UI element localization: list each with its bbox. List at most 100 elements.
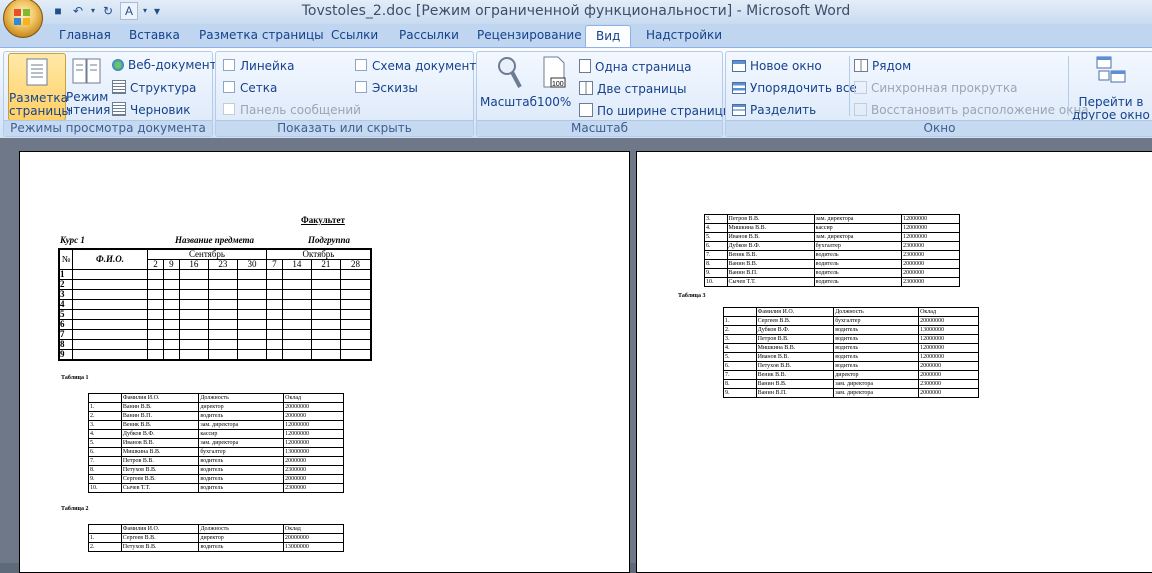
save-icon[interactable]: ■ [50,3,66,19]
page-1[interactable]: Факультет Курс 1 Название предмета Подгр… [19,151,630,573]
num-header: № [58,248,73,270]
outline-button[interactable]: Структура [112,80,196,95]
ruler-checkbox[interactable]: Линейка [223,59,294,73]
one-page-icon [579,59,591,73]
tab-home[interactable]: Главная [59,28,111,42]
table-cell: Петухов В.В. [120,542,200,552]
subgroup-label: Подгруппа [308,235,351,245]
grade-cell [339,299,372,310]
attendance-table: № Ф.И.О. Сентябрь Октябрь 2 9 16 23 30 7 14 21 28 1 2 3… [58,248,372,361]
table-cell: 13000000 [283,447,344,457]
web-layout-button[interactable]: Веб-документ [112,58,217,72]
name-cell [72,349,148,361]
table3-caption: Таблица 3 [678,293,706,299]
two-pages-icon [579,81,593,95]
grade-cell [236,329,267,340]
grade-cell [147,279,164,290]
one-page-button[interactable]: Одна страница [579,59,691,74]
grade-cell [281,309,312,320]
tab-mailings[interactable]: Рассылки [399,28,459,42]
subject-label: Название предмета [175,235,255,245]
grade-cell [178,279,209,290]
table-row: 1. Ванин В.В. директор 20000000 [88,402,344,412]
zoom-100-button[interactable]: 100 100% [537,53,571,119]
table-cell: водитель [833,352,920,362]
table-cell: водитель [813,268,903,278]
message-bar-checkbox[interactable]: Панель сообщений [223,103,361,117]
grade-cell [178,299,209,310]
grade-cell [339,269,372,280]
draft-button[interactable]: Черновик [112,102,191,117]
arrange-all-button[interactable]: Упорядочить все [732,81,857,95]
table-cell: 7. [723,370,757,380]
table-row: 9. Ванин В.П. водитель 2000000 [704,268,960,278]
table-row: 2. Ванин В.П. водитель 2000000 [88,411,344,421]
table-cell: бухгалтер [813,241,903,251]
name-cell [72,329,148,340]
table-row: 5. Иванов В.В. зам. директора 12000000 [704,232,960,242]
grade-cell [339,289,372,300]
format-icon[interactable]: A [120,2,138,20]
page-width-button[interactable]: По ширине страницы [579,103,732,118]
print-layout-button[interactable]: Разметка страницы [8,53,71,121]
table-row: 5. Иванов В.В. водитель 12000000 [723,352,979,362]
tab-insert[interactable]: Вставка [129,28,180,42]
grid-checkbox[interactable]: Сетка [223,81,277,95]
tab-view[interactable]: Вид [585,25,632,47]
grade-cell [162,289,180,300]
name-cell [72,339,148,350]
customize-toolbar-icon[interactable]: ▾ [152,3,162,19]
dropdown-arrow-icon[interactable]: ▾ [90,3,96,19]
document-area: Факультет Курс 1 Название предмета Подгр… [0,138,1152,573]
grade-cell [310,299,341,310]
grade-cell [310,289,341,300]
redo-icon[interactable]: ↻ [100,3,116,19]
table-cell: 10. [704,277,728,287]
tab-review[interactable]: Рецензирование [477,28,582,42]
thumbnails-checkbox[interactable]: Эскизы [355,81,418,95]
reset-position-label: Восстановить расположение окна [871,103,1089,117]
synchronous-scrolling-button[interactable]: Синхронная прокрутка [854,81,1018,95]
new-window-button[interactable]: Новое окно [732,59,822,73]
two-pages-button[interactable]: Две страницы [579,81,687,96]
table-row: 6 [58,319,372,330]
grade-cell [339,349,372,361]
table-cell: Дубков В.Ф. [120,429,200,439]
grade-cell [310,319,341,330]
switch-windows-button[interactable]: Перейти в другое окно [1072,53,1150,122]
tab-page-layout[interactable]: Разметка страницы [199,28,324,42]
table-cell: 20000000 [283,402,344,412]
page-2[interactable]: 3. Петров В.В. зам. директора 12000000 4. Миш… [636,151,1152,573]
dropdown-arrow-icon[interactable]: ▾ [142,3,148,19]
grade-cell [310,269,341,280]
tab-addins[interactable]: Надстройки [646,28,722,42]
table-cell: 9. [723,388,757,398]
zoom-button[interactable]: Масштаб [480,53,537,119]
grade-cell [265,329,283,340]
header-cell: Должность [833,307,920,317]
grade-cell [310,329,341,340]
grade-cell [162,319,180,330]
grade-cell [265,279,283,290]
side-by-side-button[interactable]: Рядом [854,59,911,73]
reading-mode-button[interactable]: Режим чтения [66,53,111,119]
header-cell: Фамилия И.О. [755,307,835,317]
document-map-checkbox[interactable]: Схема документа [355,59,484,73]
undo-icon[interactable]: ↶ [70,3,86,19]
header-cell [88,393,122,403]
split-button[interactable]: Разделить [732,103,816,117]
table-cell: 20000000 [282,533,345,543]
row-number: 9 [58,349,73,361]
grade-cell [207,319,238,330]
office-logo-icon [14,9,30,25]
tab-references[interactable]: Ссылки [331,28,378,42]
day-header: 16 [178,259,209,270]
grade-cell [162,339,180,350]
table-cell: водитель [198,411,285,421]
row-number: 5 [58,309,73,320]
reading-mode-label: Режим чтения [66,90,111,117]
day-header: 14 [281,259,312,270]
reset-window-position-button[interactable]: Восстановить расположение окна [854,103,1089,117]
table-cell: Мишкина В.В. [755,343,835,353]
ribbon-tabs: Главная Вставка Разметка страницы Ссылки… [0,24,1152,48]
